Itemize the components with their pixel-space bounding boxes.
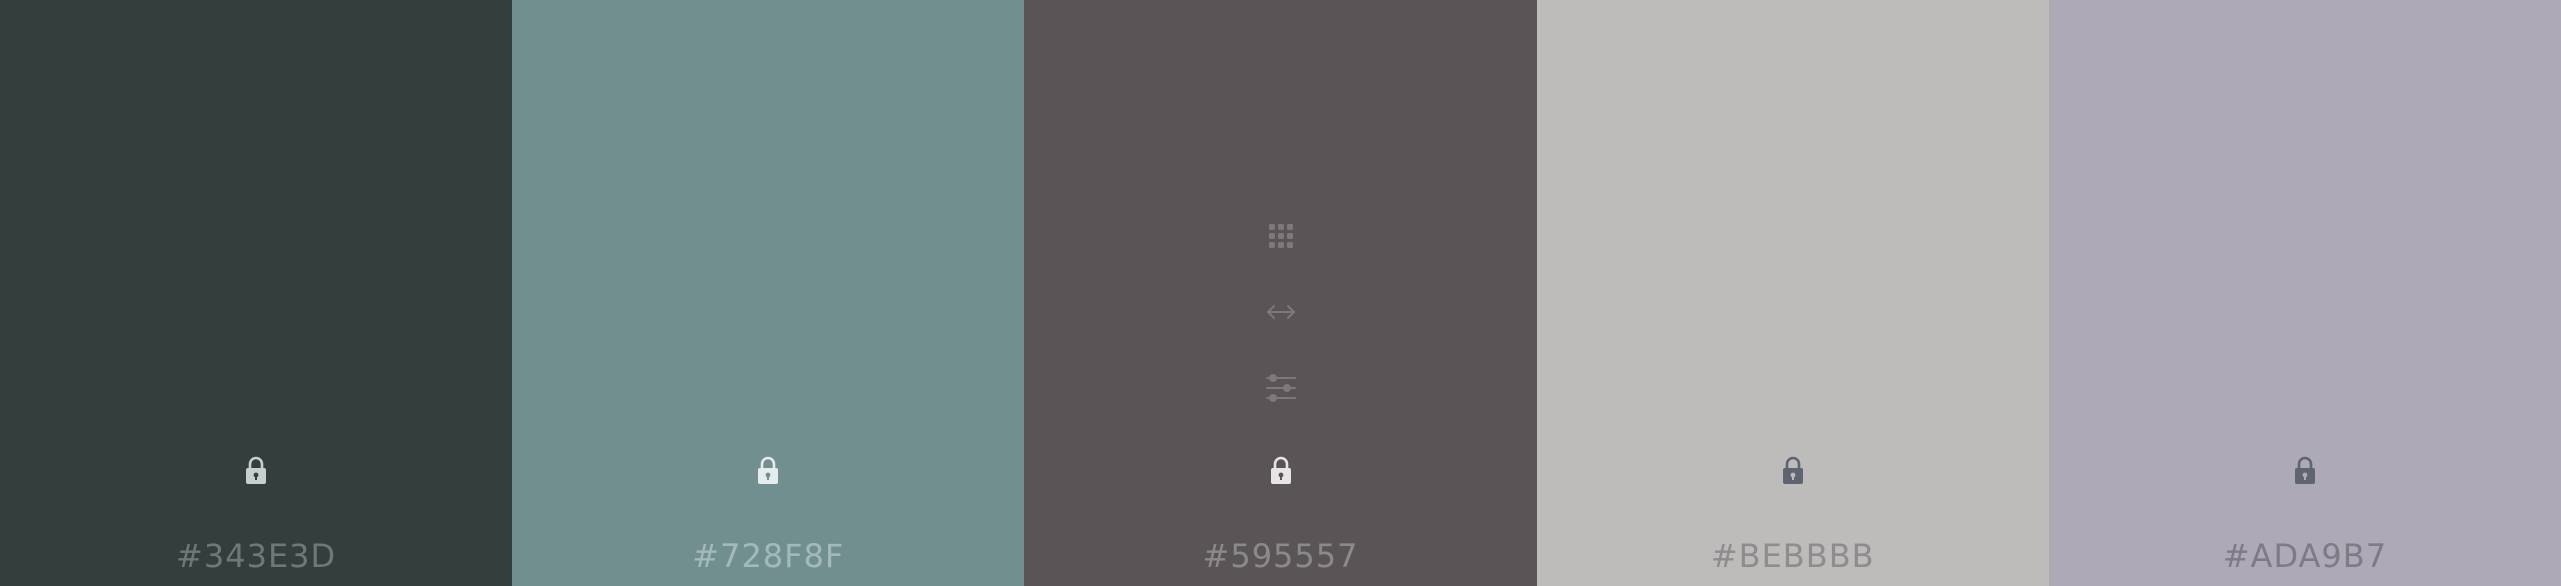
drag-grid-icon: [1268, 224, 1293, 248]
color-swatch[interactable]: #343E3D: [0, 0, 513, 586]
resize-button[interactable]: [1263, 294, 1299, 330]
adjust-button[interactable]: [1263, 370, 1299, 406]
lock-button[interactable]: [1263, 452, 1299, 488]
hex-code-label[interactable]: #595557: [1024, 536, 1536, 576]
lock-button[interactable]: [238, 452, 274, 488]
color-swatch-hovered[interactable]: #595557: [1024, 0, 1537, 586]
lock-button[interactable]: [1775, 452, 1811, 488]
drag-button[interactable]: [1263, 218, 1299, 254]
lock-icon: [246, 456, 267, 484]
color-swatch[interactable]: #ADA9B7: [2048, 0, 2561, 586]
adjust-sliders-icon: [1265, 374, 1296, 402]
lock-button[interactable]: [2287, 452, 2323, 488]
hex-code-label[interactable]: #728F8F: [512, 536, 1024, 576]
lock-icon: [1782, 456, 1803, 484]
color-palette: #343E3D #728F8F #595557 #BEBBBB #ADA9B7: [0, 0, 2561, 586]
swatch-toolbar: [1261, 218, 1301, 446]
color-swatch[interactable]: #BEBBBB: [1536, 0, 2049, 586]
color-swatch[interactable]: #728F8F: [512, 0, 1025, 586]
lock-icon: [2294, 456, 2315, 484]
lock-icon: [1270, 456, 1291, 484]
hex-code-label[interactable]: #BEBBBB: [1537, 536, 2049, 576]
hex-code-label[interactable]: #343E3D: [0, 536, 512, 576]
lock-button[interactable]: [750, 452, 786, 488]
lock-icon: [758, 456, 779, 484]
hex-code-label[interactable]: #ADA9B7: [2049, 536, 2561, 576]
resize-arrows-icon: [1266, 305, 1295, 319]
